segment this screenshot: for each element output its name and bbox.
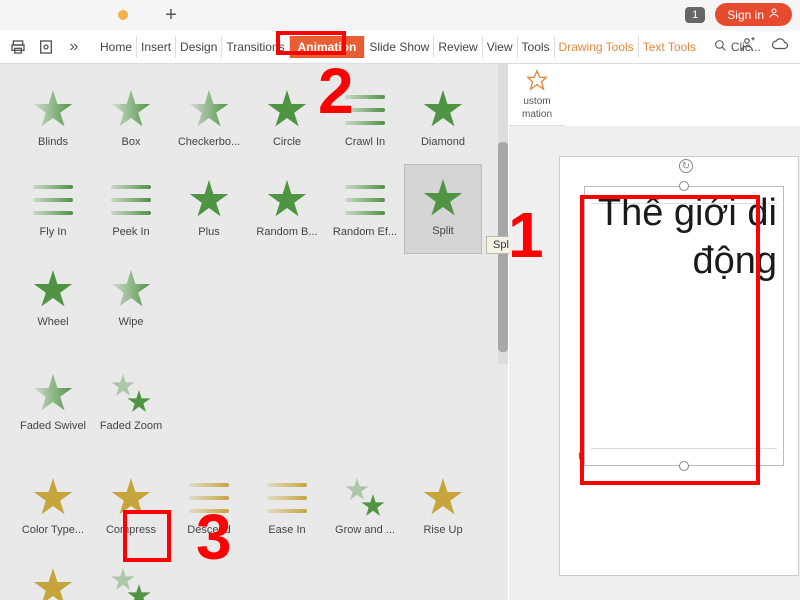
- print-preview-icon[interactable]: [34, 35, 58, 59]
- sign-in-label: Sign in: [727, 8, 764, 22]
- menu-bar: » Home Insert Design Transitions Animati…: [0, 30, 800, 64]
- animation-label: Random Ef...: [333, 226, 397, 238]
- animation-gallery: Blinds Box Checkerbo... Circle Crawl In Diamo…: [0, 64, 508, 600]
- animation-label: Blinds: [38, 136, 68, 148]
- animation-box[interactable]: Box: [92, 74, 170, 164]
- rotate-handle-icon[interactable]: [679, 159, 693, 173]
- animation-label: Ease In: [268, 524, 305, 536]
- title-tab-bar: + 1 Sign in: [0, 0, 800, 30]
- animation-label: Wheel: [37, 316, 68, 328]
- menu-view[interactable]: View: [483, 36, 518, 58]
- animation-wheel[interactable]: Wheel: [14, 254, 92, 344]
- search-icon: [714, 39, 727, 55]
- sign-in-button[interactable]: Sign in: [715, 3, 792, 26]
- animation-label: Fly In: [40, 226, 67, 238]
- menu-review[interactable]: Review: [434, 36, 482, 58]
- new-tab-button[interactable]: +: [158, 2, 184, 28]
- animation-label: Grow and ...: [335, 524, 395, 536]
- custom-anim-label1: ustom: [523, 96, 550, 107]
- menu-design[interactable]: Design: [176, 36, 222, 58]
- menu-insert[interactable]: Insert: [137, 36, 176, 58]
- animation-random-ef[interactable]: Random Ef...: [326, 164, 404, 254]
- resize-handle-s[interactable]: [679, 461, 689, 471]
- animation-color-type[interactable]: Color Type...: [14, 462, 92, 552]
- cloud-icon[interactable]: [770, 35, 790, 58]
- animation-label: Wipe: [118, 316, 143, 328]
- slide-canvas: ubtitle Thế giới di động: [509, 126, 800, 600]
- menu-slideshow[interactable]: Slide Show: [365, 36, 434, 58]
- animation-crawl-in[interactable]: Crawl In: [326, 74, 404, 164]
- custom-anim-label2: mation: [522, 109, 552, 120]
- animation-blinds[interactable]: Blinds: [14, 74, 92, 164]
- animation-label: Split: [432, 225, 453, 237]
- animation-peek-in[interactable]: Peek In: [92, 164, 170, 254]
- star-orange-icon: [526, 69, 548, 94]
- animation-ease-in[interactable]: Ease In: [248, 462, 326, 552]
- print-icon[interactable]: [6, 35, 30, 59]
- animation-fly-in[interactable]: Fly In: [14, 164, 92, 254]
- animation-split[interactable]: Split: [404, 164, 482, 254]
- animation-diamond[interactable]: Diamond: [404, 74, 482, 164]
- animation-faded-zoom[interactable]: Faded Zoom: [92, 358, 170, 448]
- animation-label: Circle: [273, 136, 301, 148]
- animation-label: Diamond: [421, 136, 465, 148]
- animation-label: Plus: [198, 226, 219, 238]
- animation-plus[interactable]: Plus: [170, 164, 248, 254]
- menu-home[interactable]: Home: [96, 36, 137, 58]
- custom-animation-button[interactable]: ustom mation: [509, 64, 565, 126]
- animation-random-b[interactable]: Random B...: [248, 164, 326, 254]
- menu-drawing-tools[interactable]: Drawing Tools: [555, 36, 639, 58]
- animation-faded-swivel[interactable]: Faded Swivel: [14, 358, 92, 448]
- user-icon: [768, 7, 780, 22]
- animation-label: Random B...: [256, 226, 317, 238]
- animation-label: Compress: [106, 524, 156, 536]
- animation-label: Descend: [187, 524, 230, 536]
- animation-grow-and[interactable]: Grow and ...: [326, 462, 404, 552]
- tab-count-badge: 1: [685, 7, 705, 23]
- animation-unfold[interactable]: Unfold: [14, 552, 92, 600]
- title-text[interactable]: Thế giới di động: [591, 190, 777, 285]
- animation-wipe[interactable]: Wipe: [92, 254, 170, 344]
- animation-label: Color Type...: [22, 524, 84, 536]
- animation-label: Rise Up: [423, 524, 462, 536]
- animation-label: Faded Zoom: [100, 420, 162, 432]
- animation-label: Box: [122, 136, 141, 148]
- animation-zoom[interactable]: Zoom: [92, 552, 170, 600]
- animation-rise-up[interactable]: Rise Up: [404, 462, 482, 552]
- animation-label: Crawl In: [345, 136, 385, 148]
- menu-text-tools[interactable]: Text Tools: [639, 36, 700, 58]
- animation-circle[interactable]: Circle: [248, 74, 326, 164]
- animation-label: Faded Swivel: [20, 420, 86, 432]
- animation-label: Peek In: [112, 226, 149, 238]
- share-icon[interactable]: [738, 35, 756, 58]
- animation-descend[interactable]: Descend: [170, 462, 248, 552]
- more-qa-icon[interactable]: »: [62, 35, 86, 59]
- gallery-scrollbar[interactable]: [498, 64, 508, 364]
- animation-label: Checkerbo...: [178, 136, 240, 148]
- animation-checkerbo[interactable]: Checkerbo...: [170, 74, 248, 164]
- tab-indicator-dot: [118, 10, 128, 20]
- menu-tools[interactable]: Tools: [518, 36, 555, 58]
- menu-animation[interactable]: Animation: [290, 36, 366, 58]
- menu-transitions[interactable]: Transitions: [222, 36, 289, 58]
- animation-compress[interactable]: Compress: [92, 462, 170, 552]
